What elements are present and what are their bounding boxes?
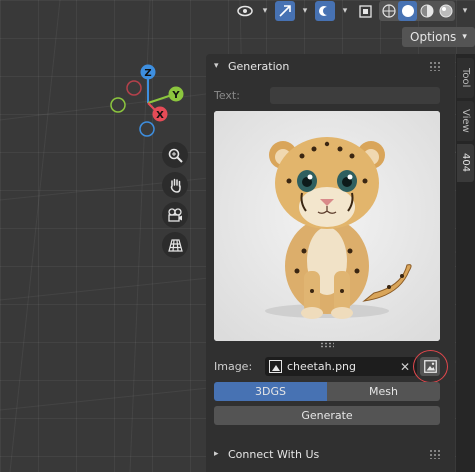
chevron-down-icon: ▾: [214, 61, 219, 71]
chevron-down-icon: ▾: [462, 32, 467, 42]
gizmo-z-label: Z: [144, 68, 151, 79]
cheetah-preview-image: [214, 111, 440, 341]
image-filename: cheetah.png: [287, 360, 357, 373]
rendered-shading-icon[interactable]: [436, 1, 455, 21]
gizmo-icon[interactable]: [275, 1, 295, 21]
clear-image-icon[interactable]: ✕: [400, 360, 410, 374]
visibility-dropdown[interactable]: ▾: [259, 1, 271, 21]
options-button[interactable]: Options ▾: [402, 27, 475, 47]
solid-shading-icon[interactable]: [398, 1, 417, 21]
shading-dropdown[interactable]: ▾: [459, 1, 471, 21]
viewport-header-toolbar: ▾ ▾ ▾ ▾: [235, 0, 475, 22]
connect-panel-header[interactable]: ▸ Connect With Us: [206, 442, 455, 466]
chevron-right-icon: ▸: [214, 449, 219, 459]
text-prompt-input[interactable]: [270, 87, 440, 104]
tab-view[interactable]: View: [457, 101, 474, 141]
overlay-icon[interactable]: [315, 1, 335, 21]
sidebar-tabs: Tool View 404: [456, 54, 475, 472]
wireframe-shading-icon[interactable]: [379, 1, 398, 21]
hand-pan-icon[interactable]: [162, 172, 188, 198]
gizmo-y-label: Y: [171, 90, 180, 101]
mode-mesh-button[interactable]: Mesh: [327, 382, 440, 401]
tab-404-label: 404: [460, 153, 471, 173]
mode-3dgs-button[interactable]: 3DGS: [214, 382, 327, 401]
tab-404[interactable]: 404: [457, 144, 474, 182]
text-label: Text:: [214, 89, 240, 102]
preview-resize-handle[interactable]: [320, 342, 334, 348]
gizmo-x-label: X: [156, 110, 164, 121]
camera-icon[interactable]: [162, 202, 188, 228]
image-file-icon: [269, 360, 282, 373]
image-preview: [214, 111, 440, 341]
drag-grip-icon[interactable]: [429, 61, 441, 71]
shading-modes: [379, 1, 455, 21]
output-mode-toggle: 3DGS Mesh: [214, 382, 440, 401]
tab-tool[interactable]: Tool: [457, 58, 474, 98]
material-shading-icon[interactable]: [417, 1, 436, 21]
gizmo-dropdown[interactable]: ▾: [299, 1, 311, 21]
image-label: Image:: [214, 360, 253, 373]
connect-panel-title: Connect With Us: [228, 447, 320, 461]
tab-tool-label: Tool: [460, 68, 471, 88]
navigation-gizmo[interactable]: Z Y X: [100, 58, 200, 138]
generation-panel-title: Generation: [228, 59, 290, 73]
tab-view-label: View: [460, 109, 471, 133]
generate-button[interactable]: Generate: [214, 406, 440, 425]
xray-icon[interactable]: [355, 1, 375, 21]
generation-panel-header[interactable]: ▾ Generation: [206, 54, 455, 78]
sidebar-n-panel: ▾ Generation Text: Image: cheetah.png ✕ …: [206, 54, 455, 472]
drag-grip-icon[interactable]: [429, 449, 441, 459]
visibility-icon[interactable]: [235, 1, 255, 21]
overlay-dropdown[interactable]: ▾: [339, 1, 351, 21]
grid-perspective-icon[interactable]: [162, 232, 188, 258]
highlight-annotation-circle: [413, 350, 448, 383]
image-file-field[interactable]: cheetah.png: [265, 357, 417, 376]
options-label: Options: [410, 30, 457, 44]
zoom-icon[interactable]: [162, 142, 188, 168]
